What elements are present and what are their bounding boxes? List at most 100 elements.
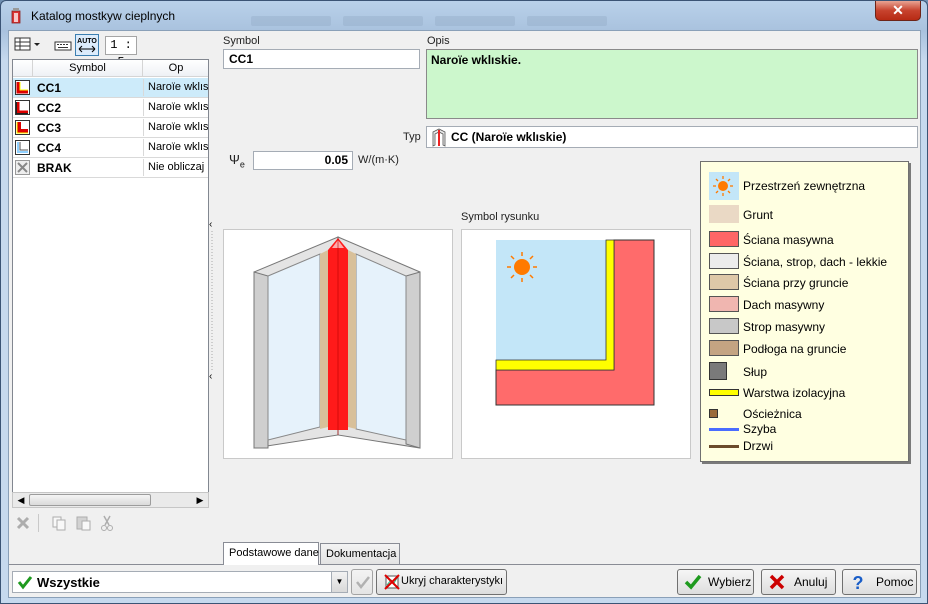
legend-swatch [709,253,739,269]
window-title: Katalog mostkyw cieplnych [31,9,176,23]
legend-swatch [709,274,739,290]
hide-button-label: Ukryj charakterystykı [401,575,504,587]
bottom-bar: Wszystkie ▼ Ukryj charakterystykı Wybier… [9,565,920,597]
hide-chart-icon [384,574,400,590]
checkmark-icon [684,574,702,590]
legend-swatch [709,428,739,431]
catalog-window: Katalog mostkyw cieplnych ✕ AUTO 1: Sym… [0,0,928,604]
legend-swatch [709,318,739,334]
list-header: Symbol Op [13,60,208,77]
scroll-right-icon[interactable]: ▶ [193,494,207,506]
symbol-rysunku-label: Symbol rysunku [461,211,540,223]
apply-filter-button[interactable] [351,569,373,595]
filter-value: Wszystkie [37,575,100,590]
toolbar-separator [38,514,39,532]
hide-characteristics-button[interactable]: Ukryj charakterystykı [376,569,507,595]
opis-label: Opis [427,35,450,47]
x-icon [15,160,30,175]
svg-text:?: ? [853,573,864,591]
typ-field[interactable]: CC (Naroïe wklıskie) [426,126,918,148]
select-button[interactable]: Wybierz [677,569,754,595]
list-row-cc3[interactable]: CC3 Naroïe wklıs [13,118,208,138]
view-mode-button[interactable] [12,34,42,56]
chevron-down-icon[interactable]: ▼ [331,572,347,592]
material-legend: Przestrzeń zewnętrzna Grunt Ściana masyw… [700,161,909,462]
cancel-button-label: Anuluj [794,575,828,589]
close-button[interactable]: ✕ [875,1,921,21]
typ-value: CC (Naroïe wklıskie) [451,130,567,144]
list-horizontal-scrollbar[interactable]: ◀ ▶ [12,492,209,508]
select-button-label: Wybierz [708,575,752,589]
cancel-button[interactable]: Anuluj [761,569,836,595]
row-opis: Naroïe wklıs [143,79,208,96]
legend-swatch [709,389,739,396]
psi-value-field[interactable]: 0.05 [253,151,353,170]
psi-letter: Ψ [229,152,240,167]
catalog-app-icon [11,8,21,24]
question-icon: ? [853,573,864,591]
row-symbol: CC1 [37,81,62,95]
legend-swatch [709,340,739,356]
row-symbol: CC3 [37,121,62,135]
opis-column-header[interactable]: Op [143,60,208,77]
scale-ratio-field[interactable]: 1 : 5 [105,36,137,69]
legend-label: Podłoga na gruncie [743,342,847,356]
background-window-tabs [251,15,671,29]
psi-unit: W/(m·K) [358,154,399,166]
collapse-left-icon[interactable]: ‹‹ [208,219,216,382]
legend-label: Grunt [743,208,774,222]
scroll-left-icon[interactable]: ◀ [14,494,28,506]
copy-icon[interactable] [50,514,68,532]
cut-icon[interactable] [98,514,116,532]
legend-label: Przestrzeń zewnętrzna [743,179,866,193]
keyboard-button[interactable] [52,34,72,56]
legend-label: Ościeżnica [743,407,802,421]
list-row-cc1[interactable]: CC1 Naroïe wklıs [13,78,208,98]
symbol-field[interactable]: CC1 [223,49,420,69]
list-row-cc4[interactable]: CC4 Naroïe wklıs [13,138,208,158]
row-symbol: BRAK [37,161,72,175]
list-row-cc2[interactable]: CC2 Naroïe wklıs [13,98,208,118]
checkmark-icon [17,576,33,590]
tab-podstawowe-dane[interactable]: Podstawowe dane [223,542,319,565]
bridge-list[interactable]: Symbol Op CC1 Naroïe wklıs CC2 Naroïe wk… [12,59,209,507]
keyboard-icon [54,41,72,51]
filter-combobox[interactable]: Wszystkie ▼ [12,571,348,593]
row-symbol: CC2 [37,101,62,115]
checkmark-icon [356,576,370,590]
legend-label: Ściana przy gruncie [743,276,849,290]
legend-label: Szyba [743,422,777,436]
dialog-client-area: AUTO 1 : 5 Symbol Op CC1 Naroïe wklıs [8,30,921,598]
auto-fit-button[interactable]: AUTO [75,34,99,56]
panel-splitter[interactable]: ‹ ‹ [208,219,216,382]
row-opis: Nie obliczaj m [143,159,208,176]
typ-label: Typ [403,131,421,143]
auto-width-icon: AUTO [77,38,97,53]
help-button-label: Pomoc [876,575,914,589]
legend-label: Strop masywny [743,320,826,334]
legend-label: Drzwi [743,439,773,453]
title-bar[interactable]: Katalog mostkyw cieplnych ✕ [1,1,927,31]
delete-icon[interactable] [14,514,32,532]
help-button[interactable]: ? Pomoc [842,569,917,595]
table-view-icon [14,37,40,51]
legend-label: Ściana masywna [743,233,834,247]
legend-label: Słup [743,365,768,379]
legend-swatch [709,205,739,223]
paste-icon[interactable] [74,514,92,532]
cancel-x-icon [769,574,785,590]
psi-subscript: e [239,159,245,170]
row-opis: Naroïe wklıs [143,119,208,136]
tab-dokumentacja[interactable]: Dokumentacja [320,543,400,564]
legend-label: Dach masywny [743,298,825,312]
legend-swatch [709,231,739,247]
opis-field[interactable]: Naroïe wklıskie. [426,49,918,119]
scrollbar-thumb[interactable] [29,494,151,506]
row-opis: Naroïe wklıs [143,99,208,116]
corner-type-icon [432,128,446,147]
symbol-drawing [461,229,691,459]
list-row-brak[interactable]: BRAK Nie obliczaj m [13,158,208,178]
svg-text:AUTO: AUTO [77,38,97,45]
symbol-column-header[interactable]: Symbol [33,60,143,77]
corner-cc3-icon [15,120,30,135]
